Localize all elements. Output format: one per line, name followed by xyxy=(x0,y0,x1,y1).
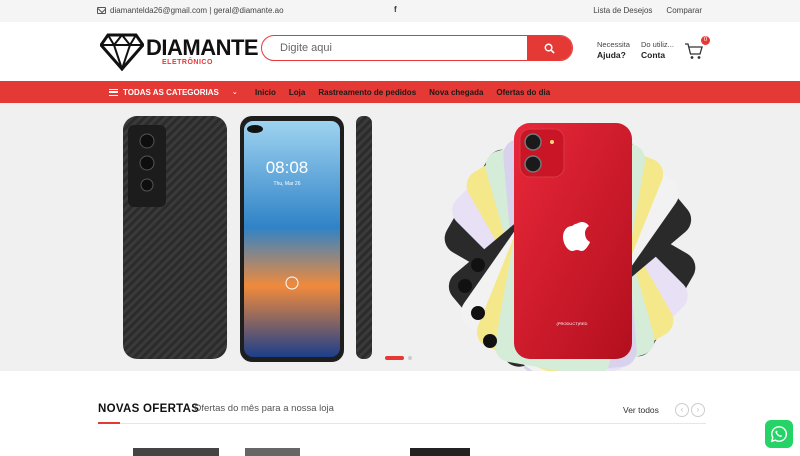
prev-arrow-icon[interactable]: ‹ xyxy=(675,403,689,417)
section-title: NOVAS OFERTAS xyxy=(98,403,200,415)
diamond-logo-icon xyxy=(100,33,144,71)
chevron-down-icon: ⌄ xyxy=(231,89,238,96)
logo-sub-text: ELETRÔNICO xyxy=(162,59,213,66)
contact-email-text: diamantelda26@gmail.com | geral@diamante… xyxy=(110,6,284,15)
help-bottom-text: Ajuda? xyxy=(597,50,626,60)
search-bar xyxy=(261,35,573,61)
hero-product-image: 08:08 Thu, Mar 26 (PRODUCT)RED xyxy=(123,116,696,371)
section-subtitle: Ofertas do mês para a nossa loja xyxy=(194,403,334,414)
whatsapp-icon xyxy=(770,426,788,443)
next-arrow-icon[interactable]: › xyxy=(691,403,705,417)
new-offers-section: NOVAS OFERTAS Ofertas do mês para a noss… xyxy=(98,397,706,427)
wishlist-link[interactable]: Lista de Desejos xyxy=(593,6,652,15)
cart-icon xyxy=(685,43,703,59)
whatsapp-button[interactable] xyxy=(765,420,793,448)
hero-banner[interactable]: 08:08 Thu, Mar 26 (PRODUCT)RED xyxy=(0,103,800,371)
nav-item-inicio[interactable]: Inicio xyxy=(255,88,276,97)
section-accent-line xyxy=(98,422,120,424)
account-bottom-text: Conta xyxy=(641,50,666,60)
product-thumbnail[interactable] xyxy=(410,448,470,456)
cart-count-badge: 0 xyxy=(701,36,710,45)
all-categories-label: TODAS AS CATEGORIAS xyxy=(123,87,219,97)
search-input[interactable] xyxy=(262,36,527,60)
product-thumbnail[interactable] xyxy=(245,448,300,456)
phone-time: 08:08 xyxy=(266,158,309,177)
product-thumbnail[interactable] xyxy=(133,448,219,456)
all-categories-button[interactable]: TODAS AS CATEGORIAS ⌄ xyxy=(109,81,238,103)
main-nav: TODAS AS CATEGORIAS ⌄ Inicio Loja Rastre… xyxy=(0,81,800,103)
search-button[interactable] xyxy=(527,36,572,60)
nav-item-rastreamento[interactable]: Rastreamento de pedidos xyxy=(318,88,416,97)
header: DIAMANTE ELETRÔNICO Necessita Ajuda? Do … xyxy=(0,22,800,81)
nav-item-nova-chegada[interactable]: Nova chegada xyxy=(429,88,483,97)
cart-button[interactable]: 0 xyxy=(684,36,710,61)
compare-link[interactable]: Comparar xyxy=(666,6,702,15)
slider-dot[interactable] xyxy=(408,356,412,360)
contact-info: diamantelda26@gmail.com | geral@diamante… xyxy=(97,6,284,15)
product-red-label: (PRODUCT)RED xyxy=(557,321,588,326)
top-bar: diamantelda26@gmail.com | geral@diamante… xyxy=(0,0,800,22)
section-divider xyxy=(98,423,706,424)
logo-brand-text: DIAMANTE xyxy=(146,35,259,60)
slider-dots xyxy=(385,356,412,360)
account-link[interactable]: Do utiliz... Conta xyxy=(641,40,674,61)
nav-item-loja[interactable]: Loja xyxy=(289,88,305,97)
facebook-icon[interactable]: f xyxy=(394,5,397,14)
search-icon xyxy=(544,43,555,54)
nav-item-ofertas-do-dia[interactable]: Ofertas do dia xyxy=(496,88,550,97)
phone-date: Thu, Mar 26 xyxy=(274,181,301,187)
account-top-text: Do utiliz... xyxy=(641,40,674,49)
hamburger-icon xyxy=(109,88,118,96)
help-top-text: Necessita xyxy=(597,40,630,49)
mail-icon xyxy=(97,7,106,14)
help-link[interactable]: Necessita Ajuda? xyxy=(597,40,630,61)
slider-dot-active[interactable] xyxy=(385,356,404,360)
site-logo[interactable]: DIAMANTE ELETRÔNICO xyxy=(100,30,259,72)
view-all-link[interactable]: Ver todos xyxy=(623,405,659,415)
